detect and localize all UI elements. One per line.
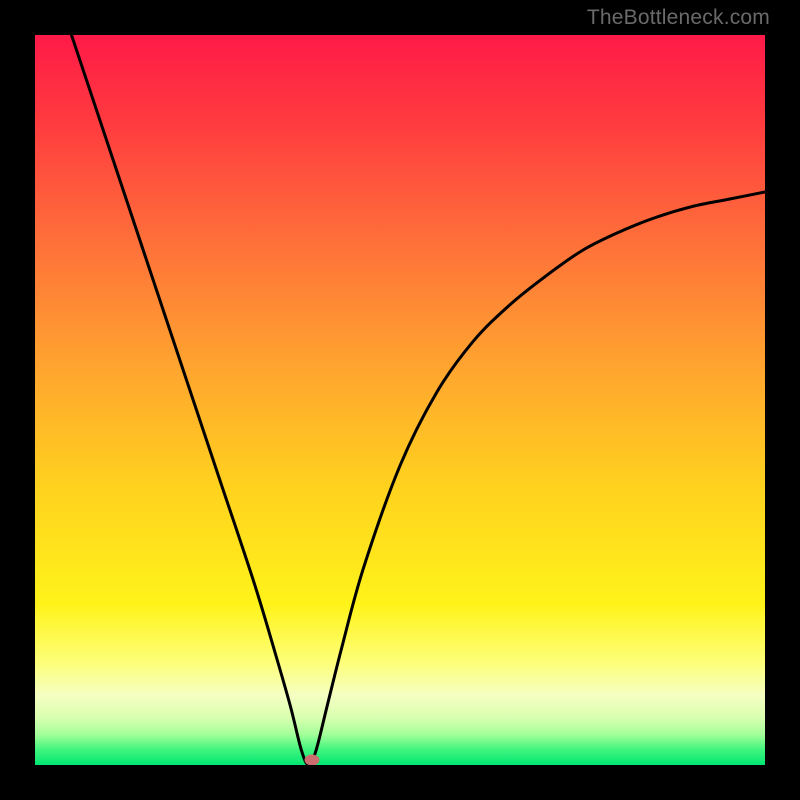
bottleneck-curve bbox=[72, 35, 766, 765]
plot-area bbox=[35, 35, 765, 765]
chart-stage: TheBottleneck.com bbox=[0, 0, 800, 800]
curve-layer bbox=[35, 35, 765, 765]
optimal-point-marker bbox=[305, 754, 320, 765]
watermark-text: TheBottleneck.com bbox=[587, 6, 770, 30]
